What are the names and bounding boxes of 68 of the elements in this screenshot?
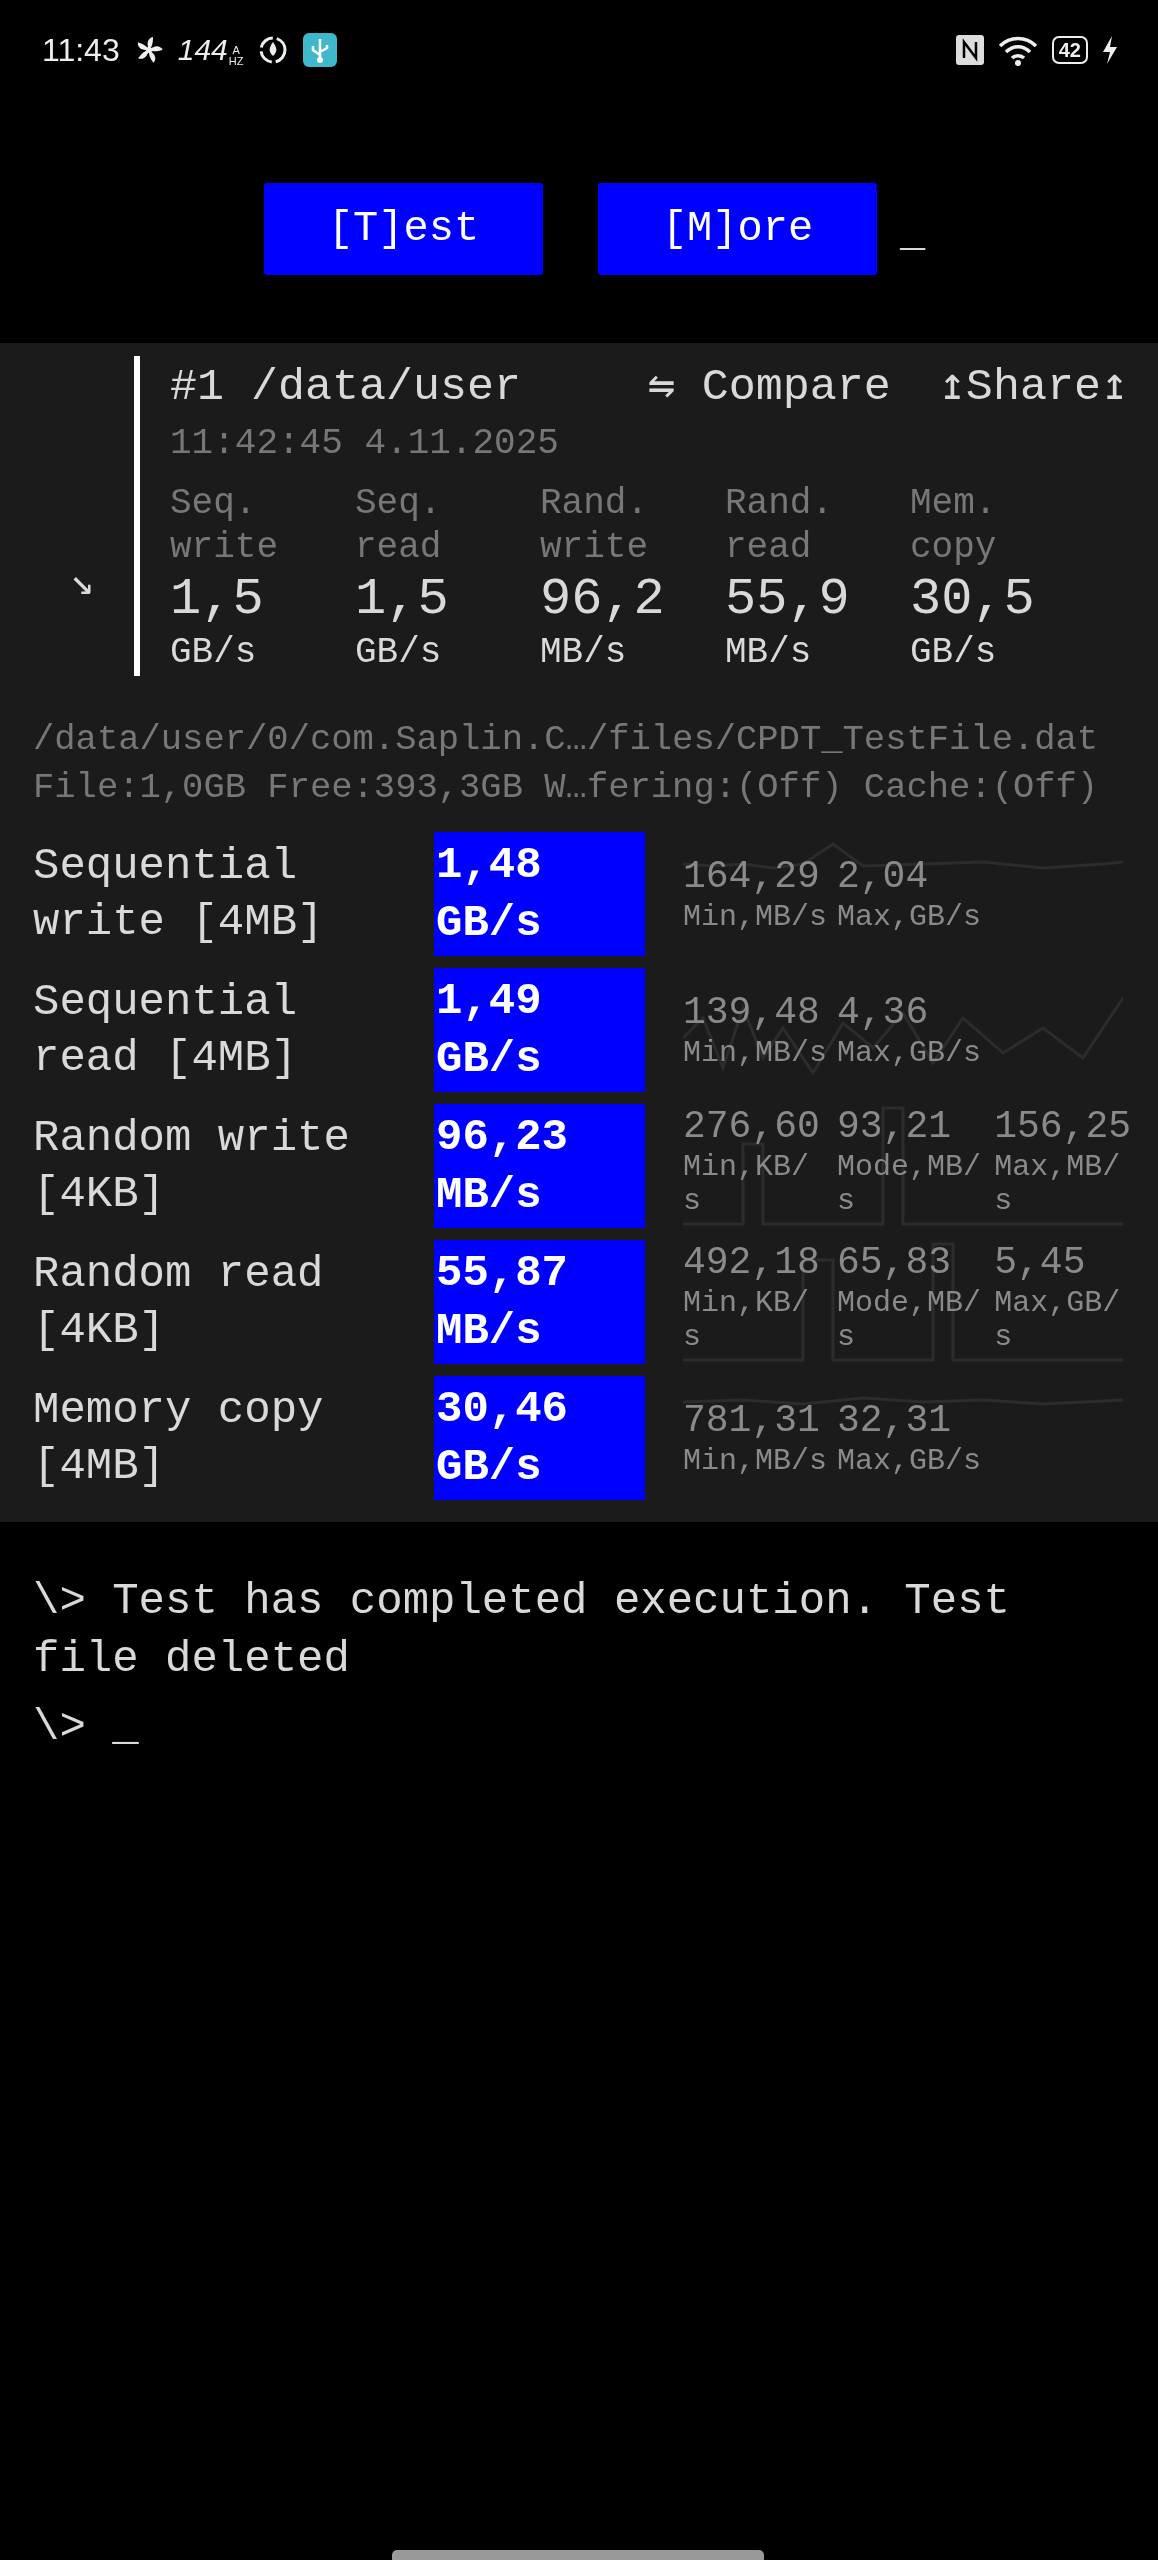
summary-label: Rand. read — [725, 482, 835, 570]
stat-value: 5,45 — [994, 1240, 1087, 1286]
stat-value: 65,83 — [837, 1240, 953, 1286]
summary-unit: MB/s — [540, 631, 628, 675]
stat-value: 164,29 — [683, 854, 821, 900]
test-result: 1,49 GB/s — [434, 968, 645, 1092]
stat-label: Max,GB/s — [837, 1444, 983, 1478]
test-name: Sequential read [4MB] — [32, 976, 299, 1085]
summary-unit: GB/s — [355, 631, 443, 675]
summary-label: Seq. write — [170, 482, 280, 570]
share-link[interactable]: ↥Share↥ — [938, 356, 1128, 420]
stat-value: 139,48 — [683, 990, 821, 1036]
summary-unit: GB/s — [170, 631, 258, 675]
nfc-icon — [955, 35, 984, 65]
stat-value: 156,25 — [994, 1104, 1133, 1150]
summary-unit: MB/s — [725, 631, 813, 675]
stat-label: Min,KB/s — [683, 1150, 811, 1218]
stat-value: 32,31 — [837, 1398, 953, 1444]
summary-value: 30,5 — [910, 570, 1036, 630]
test-name: Memory copy [4MB] — [32, 1384, 325, 1493]
stat-value: 4,36 — [837, 990, 930, 1036]
console-prompt[interactable]: \> _ — [33, 1698, 1125, 1756]
test-result: 96,23 MB/s — [434, 1104, 645, 1228]
stat-label: Max,GB/s — [837, 900, 983, 934]
test-name: Random read [4KB] — [32, 1248, 325, 1357]
stat-label: Max,GB/s — [994, 1286, 1122, 1354]
home-indicator[interactable] — [392, 2550, 764, 2560]
summary-value: 96,2 — [540, 570, 666, 630]
test-result: 1,48 GB/s — [434, 832, 645, 956]
summary-value: 55,9 — [725, 570, 851, 630]
stat-value: 276,60 — [683, 1104, 821, 1150]
wifi-icon — [997, 34, 1038, 66]
result-title: #1 /data/user — [170, 361, 523, 415]
cursor: _ — [900, 210, 926, 258]
stat-value: 93,21 — [837, 1104, 953, 1150]
menu-button[interactable]: [M]ore — [598, 183, 877, 275]
result-timestamp: 11:42:45 4.11.2025 — [170, 422, 560, 466]
usb-icon — [303, 33, 338, 67]
test-name: Random write [4KB] — [32, 1112, 351, 1221]
file-info: File:1,0GB Free:393,3GB W…fering:(Off) Cache:(Off) — [32, 766, 1100, 810]
stat-label: Max,MB/s — [994, 1150, 1122, 1218]
expand-arrow[interactable]: ↘ — [0, 557, 134, 606]
test-result: 55,87 MB/s — [434, 1240, 645, 1364]
stat-label: Mode,MB/s — [837, 1150, 983, 1218]
stat-label: Min,MB/s — [683, 900, 829, 934]
stat-value: 492,18 — [683, 1240, 821, 1286]
stat-label: Min,MB/s — [683, 1036, 829, 1070]
stat-label: Min,KB/s — [683, 1286, 811, 1354]
console-message: \> Test has completed execution. Test file deleted — [33, 1575, 1011, 1686]
summary-unit: GB/s — [910, 631, 998, 675]
stat-value: 781,31 — [683, 1398, 821, 1444]
menu-button[interactable]: [T]est — [264, 183, 543, 275]
compare-link[interactable]: ⇋ Compare — [647, 356, 891, 420]
stat-value: 2,04 — [837, 854, 930, 900]
charging-bolt-icon — [1102, 36, 1118, 64]
test-result: 30,46 GB/s — [434, 1376, 645, 1500]
stat-label: Mode,MB/s — [837, 1286, 983, 1354]
battery-level: 42 — [1051, 36, 1088, 64]
summary-label: Rand. write — [540, 482, 650, 570]
status-time: 11:43 — [42, 31, 120, 69]
summary-label: Seq. read — [355, 482, 443, 570]
summary-label: Mem. copy — [910, 482, 998, 570]
summary-value: 1,5 — [170, 570, 265, 630]
file-path: /data/user/0/com.Saplin.C…/files/CPDT_TestFile.dat — [32, 718, 1100, 762]
stat-label: Max,GB/s — [837, 1036, 983, 1070]
stat-label: Min,MB/s — [683, 1444, 829, 1478]
test-name: Sequential write [4MB] — [32, 840, 325, 949]
summary-value: 1,5 — [355, 570, 450, 630]
